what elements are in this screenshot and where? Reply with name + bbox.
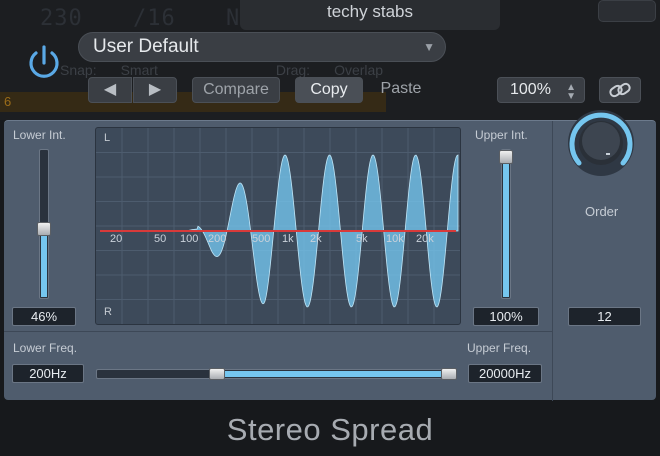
freq-tick-label: 10k xyxy=(386,233,404,245)
stereo-spread-graph: 20 50 100 200 500 1k 2k 5k 10k 20k L R xyxy=(95,127,461,325)
freq-tick-label: 20 xyxy=(110,233,122,245)
arrow-left-icon: ◀ xyxy=(103,81,117,98)
compare-button[interactable]: Compare xyxy=(192,77,280,103)
arrow-right-icon: ▶ xyxy=(148,81,162,98)
next-preset-button[interactable]: ▶ xyxy=(133,77,177,103)
channel-left-label: L xyxy=(104,132,111,144)
zoom-value: 100% xyxy=(510,81,551,98)
previous-preset-button[interactable]: ◀ xyxy=(88,77,132,103)
upper-int-slider-thumb[interactable] xyxy=(499,150,513,164)
power-icon xyxy=(29,45,59,78)
host-track-number: 6 xyxy=(4,94,12,109)
freq-tick-label: 100 xyxy=(180,233,198,245)
upper-int-value[interactable]: 100% xyxy=(473,307,539,326)
plugin-title-bar: techy stabs xyxy=(240,0,500,30)
host-snap-drag: Snap: Smart Drag: Overlap xyxy=(60,62,407,78)
paste-button[interactable]: Paste xyxy=(372,77,430,103)
link-button[interactable] xyxy=(599,77,641,103)
lower-int-value[interactable]: 46% xyxy=(12,307,76,326)
host-counter-2: /16 xyxy=(133,6,176,31)
freq-tick-label: 5k xyxy=(356,233,368,245)
lower-int-slider-thumb[interactable] xyxy=(37,222,51,236)
host-drag-label: Drag: xyxy=(275,62,311,78)
host-drag-value: Overlap xyxy=(334,62,384,78)
freq-tick-label: 500 xyxy=(252,233,270,245)
panel-divider xyxy=(552,121,553,401)
frequency-range-slider[interactable] xyxy=(96,368,457,380)
lower-freq-label: Lower Freq. xyxy=(13,341,78,355)
host-snap-value: Smart xyxy=(120,62,158,78)
stepper-down-icon: ▼ xyxy=(566,91,576,102)
panel-divider xyxy=(4,331,552,332)
upper-int-slider-fill xyxy=(503,151,509,297)
frequency-graph-svg: 20 50 100 200 500 1k 2k 5k 10k 20k xyxy=(96,128,460,324)
lower-freq-value[interactable]: 200Hz xyxy=(12,364,84,383)
host-snap-label: Snap: xyxy=(60,62,97,78)
order-knob[interactable] xyxy=(566,108,636,178)
host-toolbar-button[interactable] xyxy=(598,0,656,22)
copy-button[interactable]: Copy xyxy=(295,77,363,103)
link-icon xyxy=(609,82,631,98)
freq-tick-label: 2k xyxy=(310,233,322,245)
power-button[interactable] xyxy=(23,42,65,84)
freq-tick-label: 20k xyxy=(416,233,434,245)
window-title: techy stabs xyxy=(327,2,413,21)
freq-tick-label: 1k xyxy=(282,233,294,245)
freq-tick-label: 200 xyxy=(208,233,226,245)
upper-freq-thumb[interactable] xyxy=(441,368,457,380)
lower-int-slider-fill xyxy=(41,230,47,297)
knob-icon xyxy=(568,110,634,176)
upper-freq-value[interactable]: 20000Hz xyxy=(468,364,542,383)
preset-name: User Default xyxy=(93,36,199,57)
plugin-name: Stereo Spread xyxy=(226,412,434,447)
lower-int-slider[interactable] xyxy=(37,149,51,299)
upper-int-slider[interactable] xyxy=(499,149,513,299)
upper-int-label: Upper Int. xyxy=(475,128,528,142)
chevron-down-icon: ▼ xyxy=(423,40,435,54)
lower-int-label: Lower Int. xyxy=(13,128,66,142)
zoom-dropdown[interactable]: 100% ▲ ▼ xyxy=(497,77,585,103)
preset-dropdown[interactable]: User Default ▼ xyxy=(78,32,446,62)
freq-tick-label: 50 xyxy=(154,233,166,245)
lower-freq-thumb[interactable] xyxy=(209,368,225,380)
plugin-panel: Lower Int. 46% 20 50 100 200 500 1k 2k 5k 10k 20k… xyxy=(4,120,656,401)
order-value[interactable]: 12 xyxy=(568,307,641,326)
channel-right-label: R xyxy=(104,306,112,318)
frequency-range-fill xyxy=(217,371,449,377)
order-label: Order xyxy=(585,204,619,219)
host-counter-1: 230 xyxy=(40,6,83,31)
upper-freq-label: Upper Freq. xyxy=(467,341,532,355)
